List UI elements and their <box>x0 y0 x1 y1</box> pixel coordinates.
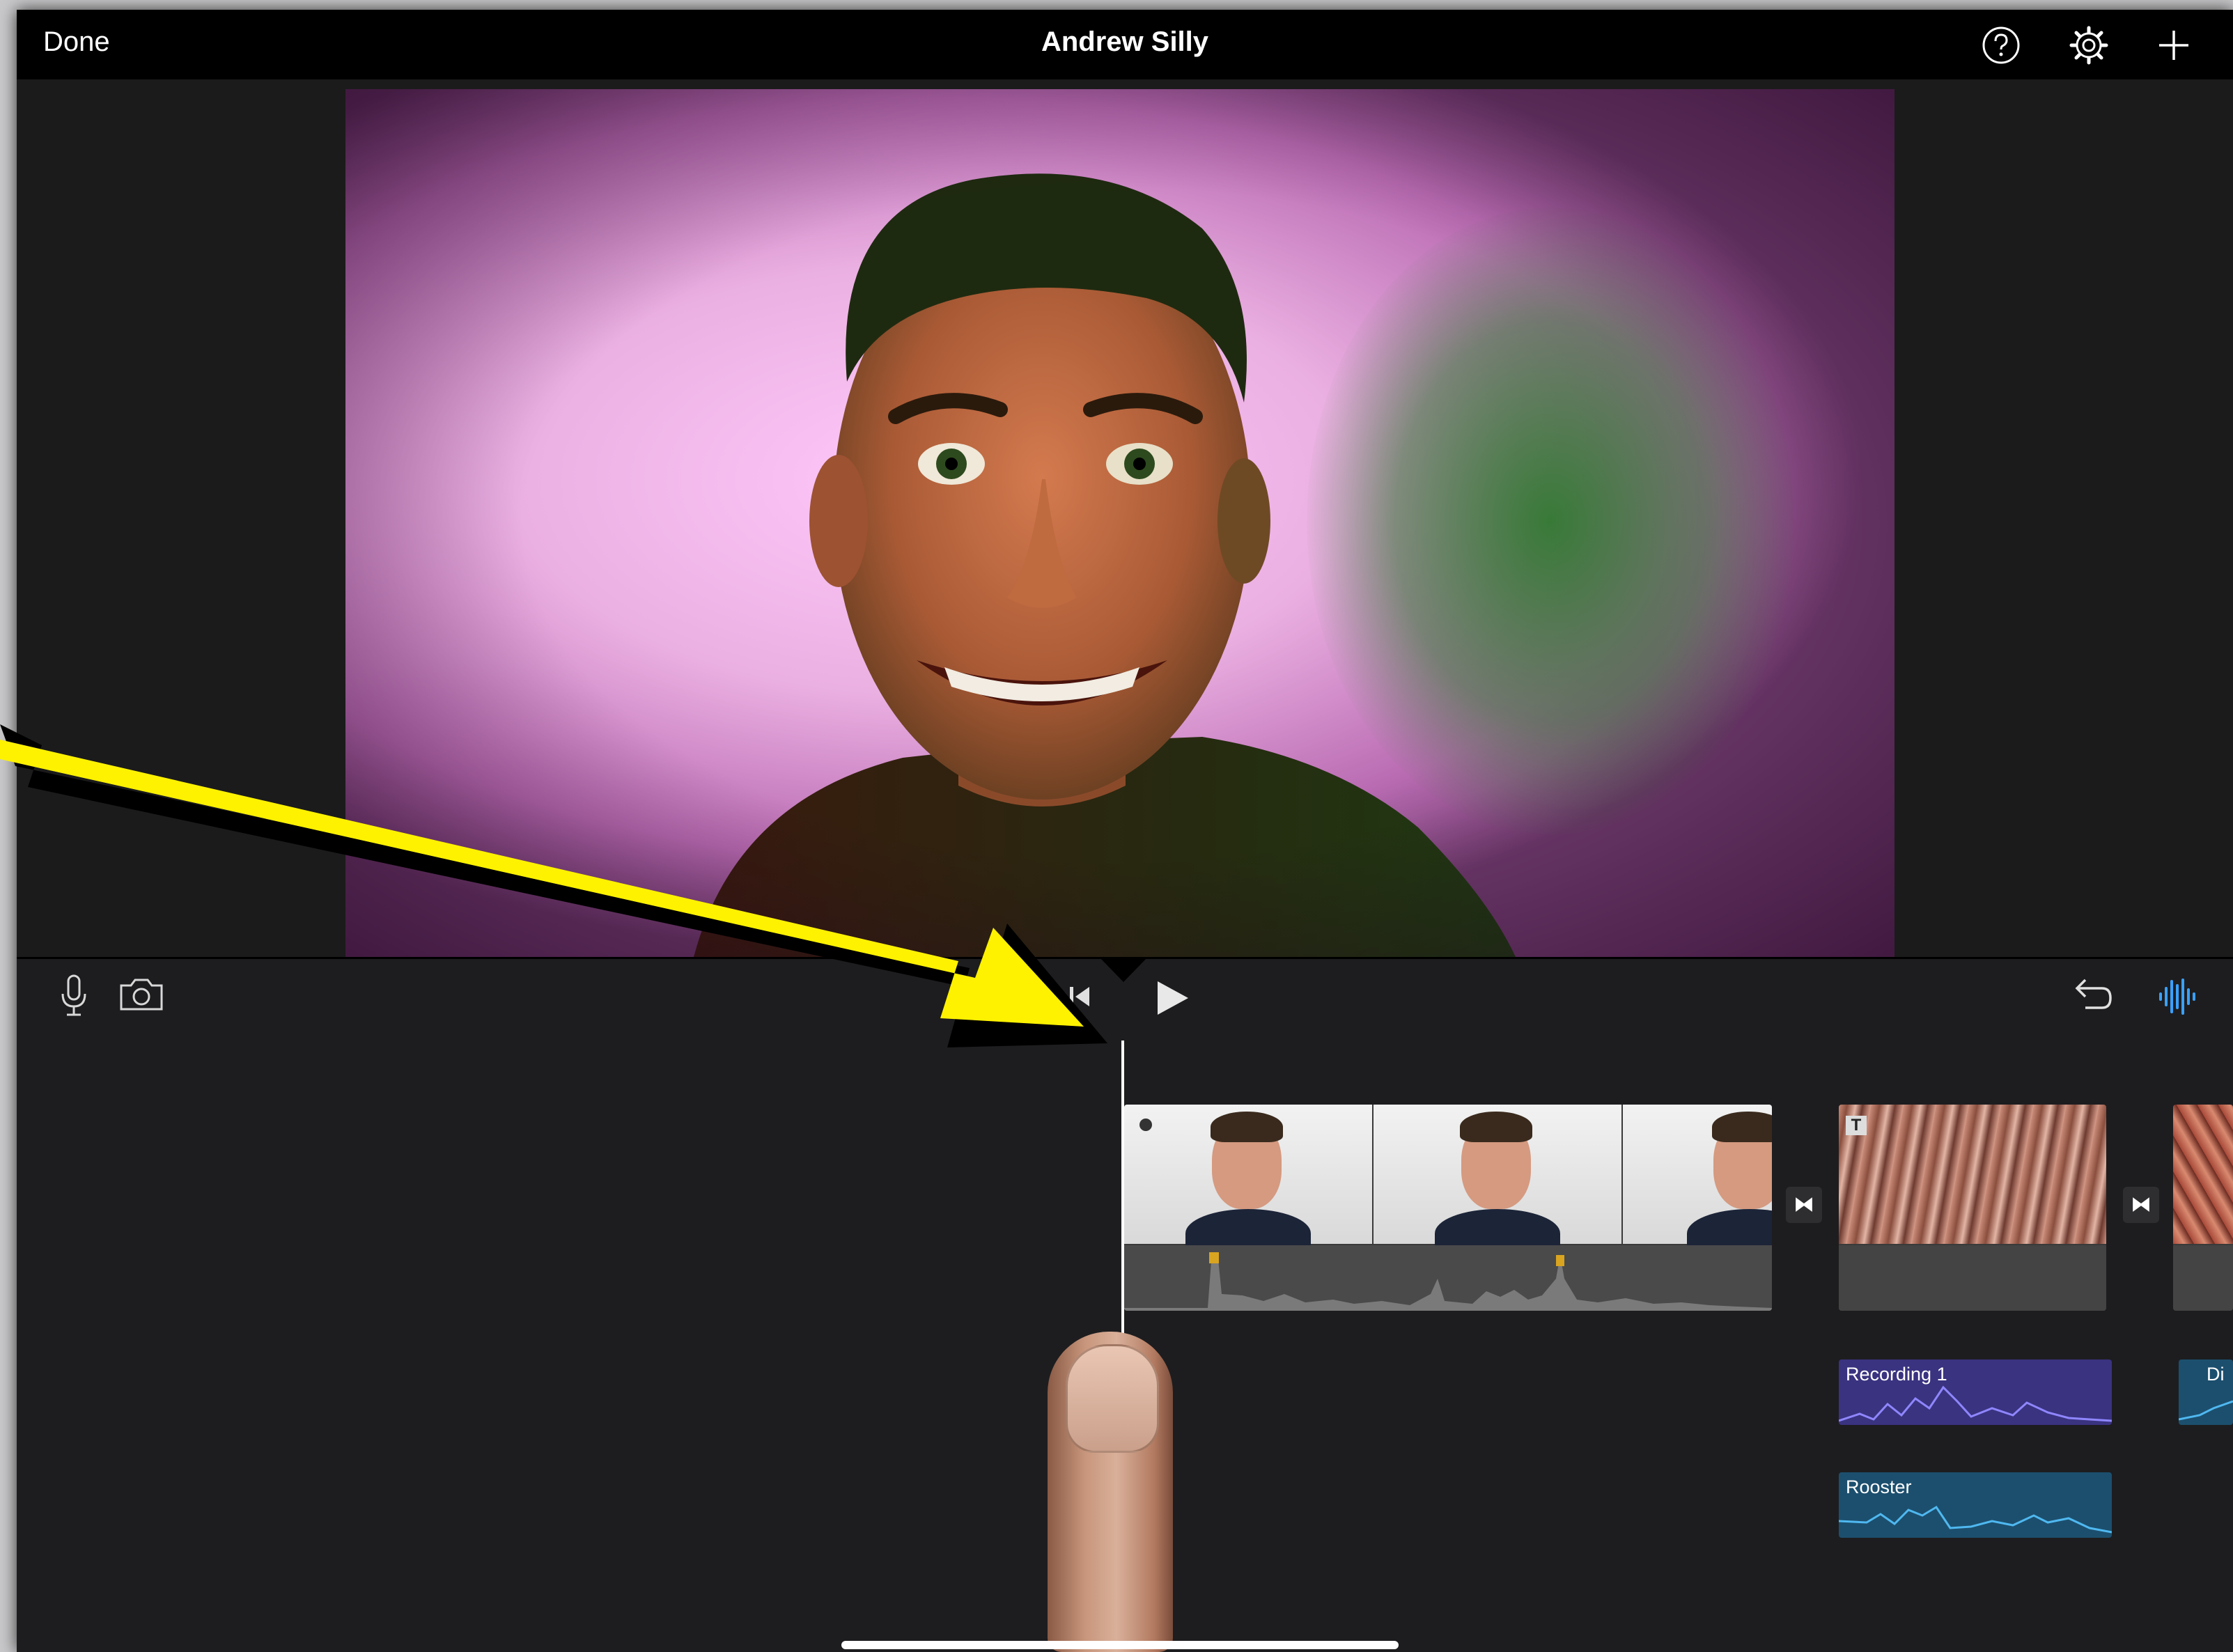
clip-thumbnail <box>1124 1105 1372 1258</box>
clip-audio-empty <box>1839 1245 2106 1311</box>
audio-clip-label: Recording 1 <box>1846 1364 1947 1385</box>
filter-badge-icon <box>1139 1119 1152 1131</box>
audio-clip-rooster[interactable]: Rooster <box>1839 1472 2112 1538</box>
transition-button[interactable]: ⧓ <box>2123 1187 2159 1223</box>
audio-clip-recording[interactable]: Recording 1 <box>1839 1359 2112 1425</box>
project-title: Andrew Silly <box>1041 26 1209 57</box>
video-viewer <box>17 79 2233 957</box>
transition-button[interactable]: ⧓ <box>1786 1187 1822 1223</box>
audio-clip-label: Di <box>2207 1364 2225 1385</box>
settings-gear-icon[interactable] <box>2069 25 2109 65</box>
video-clip-2[interactable]: T <box>1839 1105 2106 1311</box>
camera-icon[interactable] <box>118 977 164 1015</box>
help-icon[interactable] <box>1981 25 2021 65</box>
top-bar: Andrew Silly Done <box>17 10 2233 79</box>
video-clip-1[interactable] <box>1124 1105 1772 1311</box>
undo-icon[interactable] <box>2071 976 2113 1018</box>
title-text-badge-icon: T <box>1846 1116 1867 1135</box>
skip-to-start-icon[interactable] <box>1066 983 1094 1014</box>
vignette-overlay <box>345 89 1894 957</box>
clip-thumbnail <box>2173 1105 2233 1244</box>
clip-audio-empty <box>2173 1245 2233 1311</box>
microphone-icon[interactable] <box>60 974 88 1022</box>
clip-thumbnail <box>1374 1105 1621 1258</box>
audio-clip-partial[interactable]: Di <box>2179 1359 2233 1425</box>
video-clip-3[interactable] <box>2173 1105 2233 1311</box>
playhead-marker[interactable] <box>1099 957 1148 985</box>
clip-audio-waveform <box>1124 1245 1772 1311</box>
home-indicator <box>841 1641 1399 1649</box>
audio-waveform-icon[interactable] <box>2156 976 2198 1021</box>
play-icon[interactable] <box>1152 979 1191 1021</box>
video-preview <box>345 89 1894 957</box>
clip-thumbnail <box>1623 1105 1772 1258</box>
audio-clip-label: Rooster <box>1846 1476 1912 1497</box>
done-button[interactable]: Done <box>43 26 110 58</box>
fingernail <box>1066 1344 1159 1453</box>
add-plus-icon[interactable] <box>2154 25 2194 65</box>
clip-thumbnail <box>1839 1105 2106 1244</box>
